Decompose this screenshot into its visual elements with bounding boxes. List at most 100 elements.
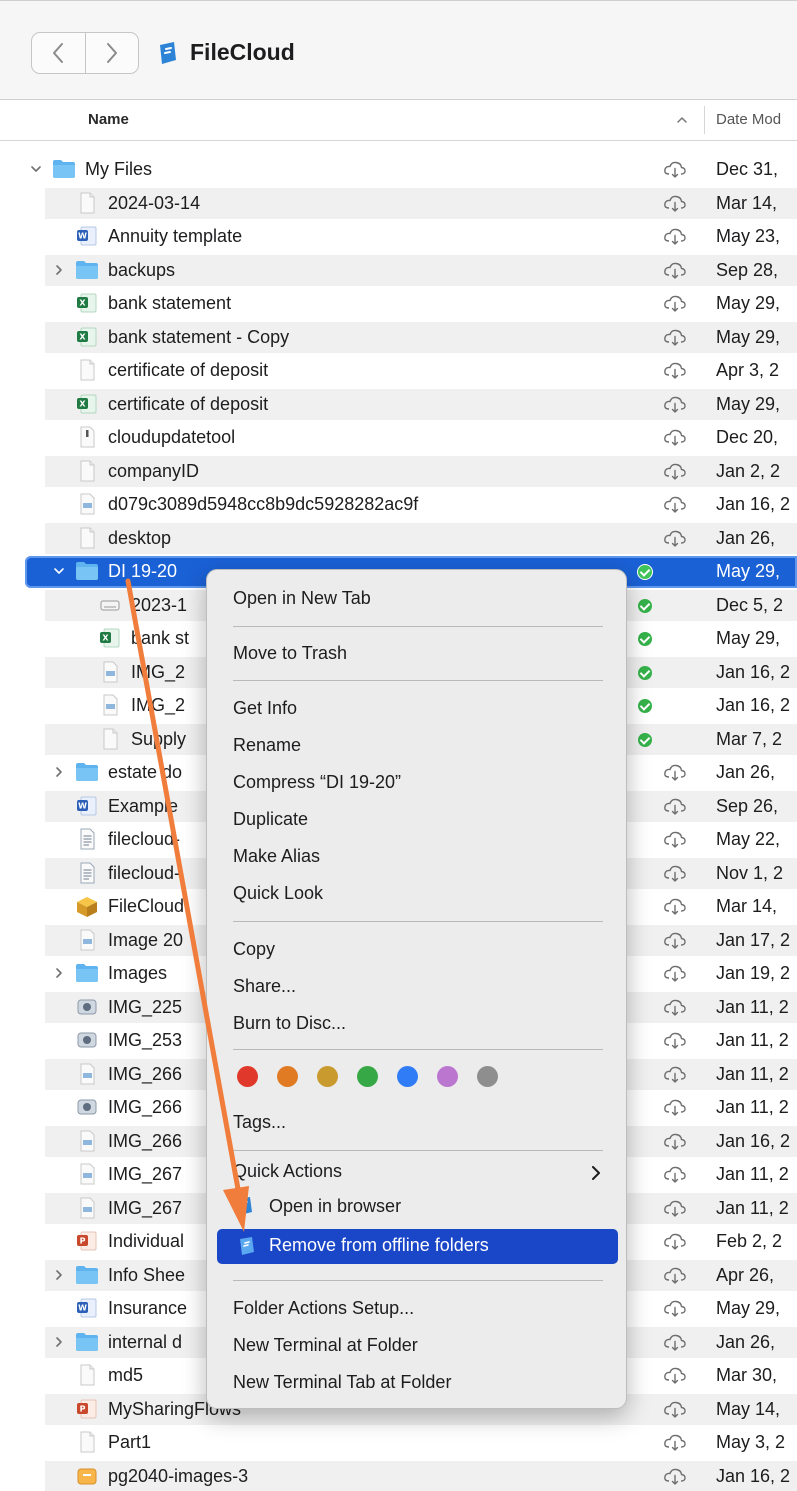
cloud-download-icon[interactable] (663, 1366, 687, 1384)
cloud-download-icon[interactable] (663, 1333, 687, 1351)
menu-item-duplicate[interactable]: Duplicate (233, 809, 308, 830)
menu-item-tags[interactable]: Tags... (233, 1112, 286, 1133)
forward-button[interactable] (84, 33, 139, 73)
menu-item-burn-to-disc[interactable]: Burn to Disc... (233, 1013, 346, 1034)
disclosure-closed-icon[interactable] (53, 264, 65, 276)
table-row[interactable]: 2024-03-14 Mar 14, (0, 187, 797, 221)
tag-purple-button[interactable] (437, 1066, 458, 1087)
menu-item-open-in-browser[interactable]: Open in browser (269, 1196, 401, 1217)
table-row[interactable]: Xbank statement May 29, (0, 287, 797, 321)
cloud-download-icon[interactable] (663, 495, 687, 513)
cloud-download-icon[interactable] (663, 897, 687, 915)
disclosure-closed-icon[interactable] (53, 1269, 65, 1281)
cloud-download-icon[interactable] (663, 1467, 687, 1485)
cloud-download-icon[interactable] (663, 763, 687, 781)
menu-item-compress[interactable]: Compress “DI 19-20” (233, 772, 401, 793)
file-name: Example (108, 795, 179, 816)
cloud-download-icon[interactable] (663, 395, 687, 413)
cloud-download-icon[interactable] (663, 1299, 687, 1317)
tag-yellow-button[interactable] (317, 1066, 338, 1087)
menu-item-get-info[interactable]: Get Info (233, 698, 297, 719)
date-modified: Jan 16, 2 (716, 661, 791, 682)
tag-green-button[interactable] (357, 1066, 378, 1087)
menu-item-copy[interactable]: Copy (233, 939, 275, 960)
name-column-header[interactable]: Name (88, 111, 129, 128)
menu-item-quick-look[interactable]: Quick Look (233, 883, 323, 904)
disclosure-open-icon[interactable] (30, 163, 42, 175)
cloud-download-icon[interactable] (663, 462, 687, 480)
table-row[interactable]: pg2040-images-3 Jan 16, 2 (0, 1460, 797, 1491)
tag-red-button[interactable] (237, 1066, 258, 1087)
tag-orange-button[interactable] (277, 1066, 298, 1087)
sort-ascending-icon[interactable] (676, 114, 688, 126)
menu-item-open-in-new-tab[interactable]: Open in New Tab (233, 588, 371, 609)
date-modified: May 29, (716, 326, 781, 347)
cloud-download-icon[interactable] (663, 1132, 687, 1150)
cloud-download-icon[interactable] (663, 1199, 687, 1217)
cloud-download-icon[interactable] (663, 1266, 687, 1284)
document-icon (75, 1431, 99, 1453)
cloud-download-icon[interactable] (663, 529, 687, 547)
menu-item-quick-actions[interactable]: Quick Actions (233, 1161, 342, 1182)
cloud-download-icon[interactable] (663, 1165, 687, 1183)
cloud-download-icon[interactable] (663, 261, 687, 279)
file-name: filecloud- (108, 862, 181, 883)
cloud-download-icon[interactable] (663, 1232, 687, 1250)
cloud-download-icon[interactable] (663, 428, 687, 446)
image-icon (75, 493, 99, 515)
disclosure-open-icon[interactable] (53, 565, 65, 577)
table-row[interactable]: Xcertificate of deposit May 29, (0, 388, 797, 422)
cloud-download-icon[interactable] (663, 294, 687, 312)
menu-item-new-terminal-at-folder[interactable]: New Terminal at Folder (233, 1335, 418, 1356)
cloud-download-icon[interactable] (663, 328, 687, 346)
cloud-download-icon[interactable] (663, 797, 687, 815)
disclosure-closed-icon[interactable] (53, 766, 65, 778)
date-modified: Jan 16, 2 (716, 494, 791, 514)
date-modified: Feb 2, 2 (716, 1231, 783, 1251)
tag-blue-button[interactable] (397, 1066, 418, 1087)
table-row[interactable]: cloudupdatetool Dec 20, (0, 421, 797, 455)
cloud-download-icon[interactable] (663, 227, 687, 245)
cloud-download-icon[interactable] (663, 998, 687, 1016)
date-modified: Sep 28, (716, 259, 779, 280)
table-row[interactable]: Xbank statement - Copy May 29, (0, 321, 797, 355)
date-modified: Jan 17, 2 (716, 929, 791, 950)
synced-check-icon (638, 699, 652, 713)
disclosure-closed-icon[interactable] (53, 1336, 65, 1348)
menu-item-make-alias[interactable]: Make Alias (233, 846, 320, 867)
cloud-download-icon[interactable] (663, 1065, 687, 1083)
menu-item-remove-from-offline-folders[interactable]: Remove from offline folders (217, 1229, 618, 1264)
menu-item-move-to-trash[interactable]: Move to Trash (233, 643, 347, 664)
tag-gray-button[interactable] (477, 1066, 498, 1087)
cloud-download-icon[interactable] (663, 361, 687, 379)
menu-item-new-terminal-tab-at-folder[interactable]: New Terminal Tab at Folder (233, 1372, 451, 1393)
date-modified-column-header[interactable]: Date Mod (716, 111, 781, 128)
cloud-download-icon[interactable] (663, 1433, 687, 1451)
cloud-download-icon[interactable] (663, 830, 687, 848)
menu-item-rename[interactable]: Rename (233, 735, 301, 756)
table-row[interactable]: companyID Jan 2, 2 (0, 455, 797, 489)
file-name: companyID (108, 460, 200, 481)
table-row[interactable]: W Annuity template May 23, (0, 220, 797, 254)
menu-item-folder-actions-setup[interactable]: Folder Actions Setup... (233, 1298, 414, 1319)
cloud-download-icon[interactable] (663, 964, 687, 982)
cloud-download-icon[interactable] (663, 194, 687, 212)
disclosure-closed-icon[interactable] (53, 967, 65, 979)
cloud-download-icon[interactable] (663, 160, 687, 178)
menu-item-label: Remove from offline folders (269, 1235, 489, 1255)
cloud-download-icon[interactable] (663, 1098, 687, 1116)
menu-item-share[interactable]: Share... (233, 976, 296, 997)
cloud-download-icon[interactable] (663, 864, 687, 882)
column-divider[interactable] (704, 106, 705, 134)
table-row[interactable]: certificate of deposit Apr 3, 2 (0, 354, 797, 388)
table-row[interactable]: desktop Jan 26, (0, 522, 797, 556)
cloud-download-icon[interactable] (663, 1031, 687, 1049)
table-row[interactable]: My Files Dec 31, (0, 153, 797, 187)
table-row[interactable]: Part1 May 3, 2 (0, 1426, 797, 1460)
cloud-download-icon[interactable] (663, 931, 687, 949)
table-row[interactable]: d079c3089d5948cc8b9dc5928282ac9f Jan 16, … (0, 488, 797, 522)
back-button[interactable] (32, 33, 85, 73)
table-row[interactable]: backups Sep 28, (0, 254, 797, 288)
finder-toolbar: FileCloud (0, 0, 797, 100)
cloud-download-icon[interactable] (663, 1400, 687, 1418)
